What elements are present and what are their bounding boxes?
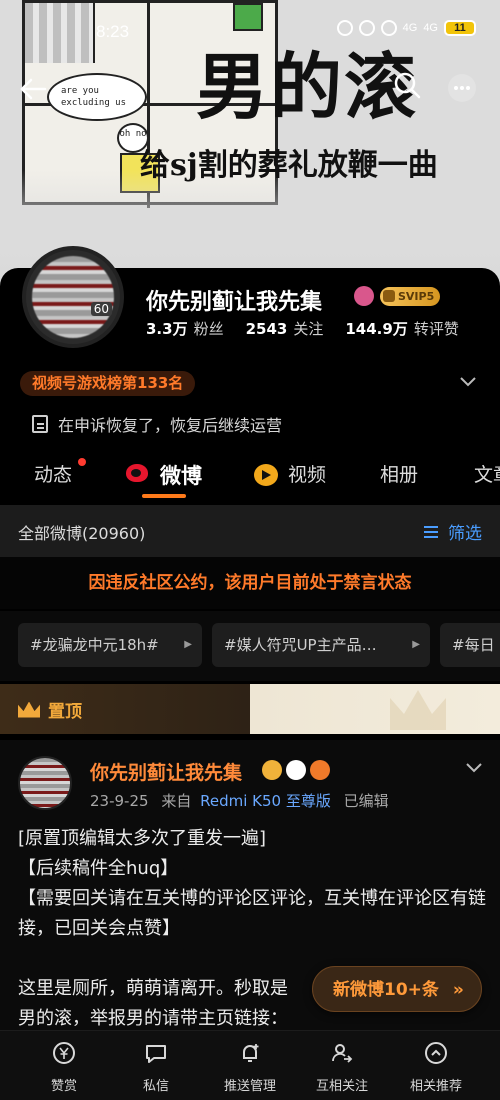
recommend-icon	[425, 1042, 447, 1064]
tab-video[interactable]: 视频	[288, 460, 326, 487]
push-settings-label: 推送管理	[223, 1079, 276, 1094]
message-button[interactable]: 私信	[106, 1041, 206, 1094]
post-edited: 已编辑	[343, 792, 389, 810]
mutual-follow-label: 互相关注	[315, 1079, 368, 1094]
message-label: 私信	[142, 1079, 169, 1094]
status-bar: 8:23 4G 4G 11	[0, 0, 500, 60]
profile-stats: 3.3万 粉丝 2543 关注 144.9万 转评赞	[146, 318, 459, 339]
filter-button[interactable]: 筛选	[424, 519, 482, 544]
push-settings-button[interactable]: 推送管理	[200, 1041, 300, 1094]
notice-text: 在申诉恢复了，恢复后继续运营	[58, 416, 283, 435]
tab-articles[interactable]: 文章	[474, 460, 500, 487]
topic-chip[interactable]: #龙骗龙中元18h# ▶	[18, 623, 202, 667]
back-arrow-icon[interactable]	[18, 74, 48, 104]
reward-label: 赞赏	[50, 1079, 77, 1094]
hotspot-icon	[380, 20, 397, 36]
document-icon	[32, 415, 48, 433]
tab-feed[interactable]: 动态	[34, 460, 72, 487]
tab-feed-dot	[78, 458, 86, 466]
double-chevron-down-icon: »	[452, 980, 464, 1000]
comic-speech-bubble: are you excluding us	[47, 73, 147, 121]
recommend-label: 相关推荐	[409, 1079, 462, 1094]
post-from: 来自	[161, 792, 192, 810]
search-icon[interactable]	[392, 70, 422, 100]
weibo-logo-icon	[126, 464, 148, 482]
banner-subtitle: 给sj割的葬礼放鞭一曲	[140, 148, 438, 183]
network-4g-b: 4G	[423, 22, 438, 34]
bell-plus-icon	[243, 1044, 259, 1062]
filter-row: 全部微博(20960) 筛选	[0, 505, 500, 557]
stat-fans[interactable]: 3.3万 粉丝	[146, 318, 224, 339]
topic-chip[interactable]: #媒人符咒UP主产品… ▶	[212, 623, 430, 667]
topic-chip-label: #每日	[452, 636, 495, 654]
recommend-button[interactable]: 相关推荐	[386, 1041, 486, 1094]
mutual-follow-icon	[332, 1044, 353, 1063]
pinned-text: 置顶	[48, 702, 82, 722]
profile-name: 你先别蓟让我先集	[146, 290, 323, 315]
topic-chip-label: #媒人符咒UP主产品…	[224, 636, 377, 654]
member-icon[interactable]	[354, 286, 374, 306]
message-icon	[146, 1045, 166, 1063]
post-author[interactable]: 你先别蓟让我先集	[90, 758, 242, 785]
topic-chip-label: #龙骗龙中元18h#	[30, 636, 159, 654]
nfc-icon	[336, 20, 353, 36]
mute-icon	[358, 20, 375, 36]
crown-badge-icon	[262, 760, 282, 780]
new-posts-label: 新微博10+条	[333, 980, 439, 1000]
profile-notice: 在申诉恢复了，恢复后继续运营	[32, 412, 282, 436]
tab-active-indicator	[142, 494, 186, 498]
panda-icon	[286, 760, 306, 780]
network-4g-a: 4G	[402, 22, 418, 34]
status-time: 8:23	[96, 22, 130, 41]
chevron-down-icon[interactable]	[456, 370, 480, 394]
post-menu-chevron-icon[interactable]	[462, 756, 486, 780]
filter-label: 筛选	[448, 524, 482, 544]
stat-following[interactable]: 2543 关注	[246, 318, 324, 339]
profile-tabs: 动态 微博 视频 相册 文章	[0, 450, 500, 502]
triangle-right-icon: ▶	[412, 639, 420, 650]
all-weibo-count[interactable]: 全部微博(20960)	[18, 520, 145, 544]
more-icon[interactable]	[446, 72, 478, 104]
crown-watermark-icon	[390, 690, 446, 730]
mutual-follow-button[interactable]: 互相关注	[292, 1041, 392, 1094]
stat-likes[interactable]: 144.9万 转评赞	[345, 318, 458, 339]
topic-strip: #龙骗龙中元18h# ▶ #媒人符咒UP主产品… ▶ #每日	[0, 611, 500, 681]
yen-icon	[53, 1042, 75, 1064]
avatar-badge: 60	[90, 302, 112, 316]
topic-chip[interactable]: #每日	[440, 623, 500, 667]
filter-icon	[424, 524, 442, 540]
new-posts-button[interactable]: 新微博10+条 »	[312, 966, 482, 1012]
rank-pill[interactable]: 视频号游戏榜第133名	[20, 371, 196, 396]
post-meta: 23-9-25 来自 Redmi K50 至尊版 已编辑	[90, 790, 389, 811]
post-badges	[262, 760, 330, 780]
weibo-profile-page: are you excluding us oh no 男的滚 给sj割的葬礼放鞭…	[0, 0, 500, 1100]
pinned-header: 置顶	[0, 684, 500, 734]
post-device[interactable]: Redmi K50 至尊版	[200, 792, 331, 810]
tab-weibo[interactable]: 微博	[160, 460, 202, 490]
tab-album[interactable]: 相册	[380, 460, 418, 487]
reward-button[interactable]: 赞赏	[14, 1041, 114, 1094]
profile-avatar[interactable]: 60	[22, 246, 124, 348]
post-avatar[interactable]	[18, 756, 72, 810]
battery-icon: 11	[444, 20, 476, 36]
post-date: 23-9-25	[90, 792, 149, 810]
video-icon	[254, 464, 278, 486]
status-icons: 4G 4G 11	[336, 20, 476, 36]
fox-icon	[310, 760, 330, 780]
crown-icon	[18, 701, 40, 718]
ban-notice: 因违反社区公约，该用户目前处于禁言状态	[0, 557, 500, 609]
bottom-action-bar: 赞赏 私信 推送管理 互相关注 相关推荐	[0, 1030, 500, 1100]
svip-badge[interactable]: SVIP5	[380, 287, 441, 306]
triangle-right-icon: ▶	[184, 639, 192, 650]
pinned-label: 置顶	[18, 697, 82, 722]
